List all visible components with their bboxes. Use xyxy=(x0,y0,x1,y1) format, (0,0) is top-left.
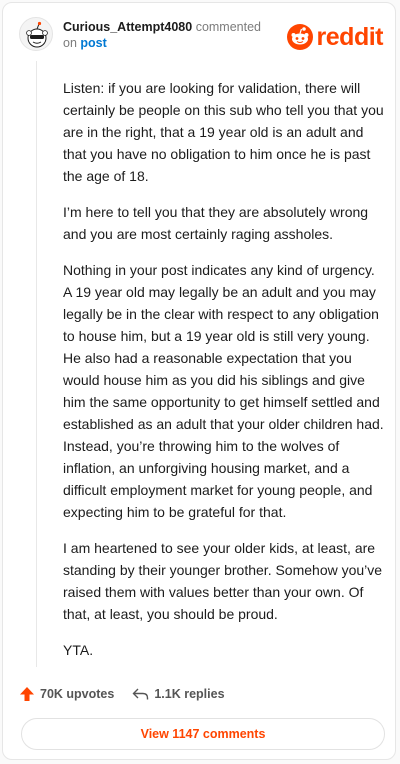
brand-wordmark: reddit xyxy=(316,23,384,51)
avatar-snoo-icon xyxy=(26,21,48,48)
comment-paragraph: YTA. xyxy=(63,642,94,658)
upvote-button[interactable]: 70K upvotes xyxy=(19,686,114,702)
thread-line[interactable] xyxy=(36,61,37,667)
reddit-logo-icon xyxy=(286,24,313,50)
comment-meta: Curious_Attempt4080 commented on post xyxy=(63,19,261,51)
reply-button[interactable]: 1.1K replies xyxy=(132,687,225,701)
reply-icon xyxy=(132,688,149,700)
comment-paragraph: Listen: if you are looking for validatio… xyxy=(63,80,384,184)
username[interactable]: Curious_Attempt4080 xyxy=(63,20,192,34)
comment-actions: 70K upvotes 1.1K replies xyxy=(19,683,243,705)
upvote-arrow-icon xyxy=(20,687,34,701)
comment-paragraph: Nothing in your post indicates any kind … xyxy=(63,262,384,520)
reddit-brand: reddit xyxy=(286,23,384,51)
comment-paragraph: I’m here to tell you that they are absol… xyxy=(63,204,369,242)
comment-header: Curious_Attempt4080 commented on post re… xyxy=(19,17,384,57)
comment-body: Listen: if you are looking for validatio… xyxy=(63,77,385,675)
comment-card: Curious_Attempt4080 commented on post re… xyxy=(2,2,396,760)
on-label: on xyxy=(63,36,77,50)
reply-count: 1.1K replies xyxy=(154,687,225,701)
commented-label: commented xyxy=(195,20,261,34)
view-comments-button[interactable]: View 1147 comments xyxy=(21,718,385,750)
avatar[interactable] xyxy=(19,17,53,51)
comment-paragraph: I am heartened to see your older kids, a… xyxy=(63,540,383,622)
post-link[interactable]: post xyxy=(80,36,106,50)
upvote-count: 70K upvotes xyxy=(40,687,115,701)
